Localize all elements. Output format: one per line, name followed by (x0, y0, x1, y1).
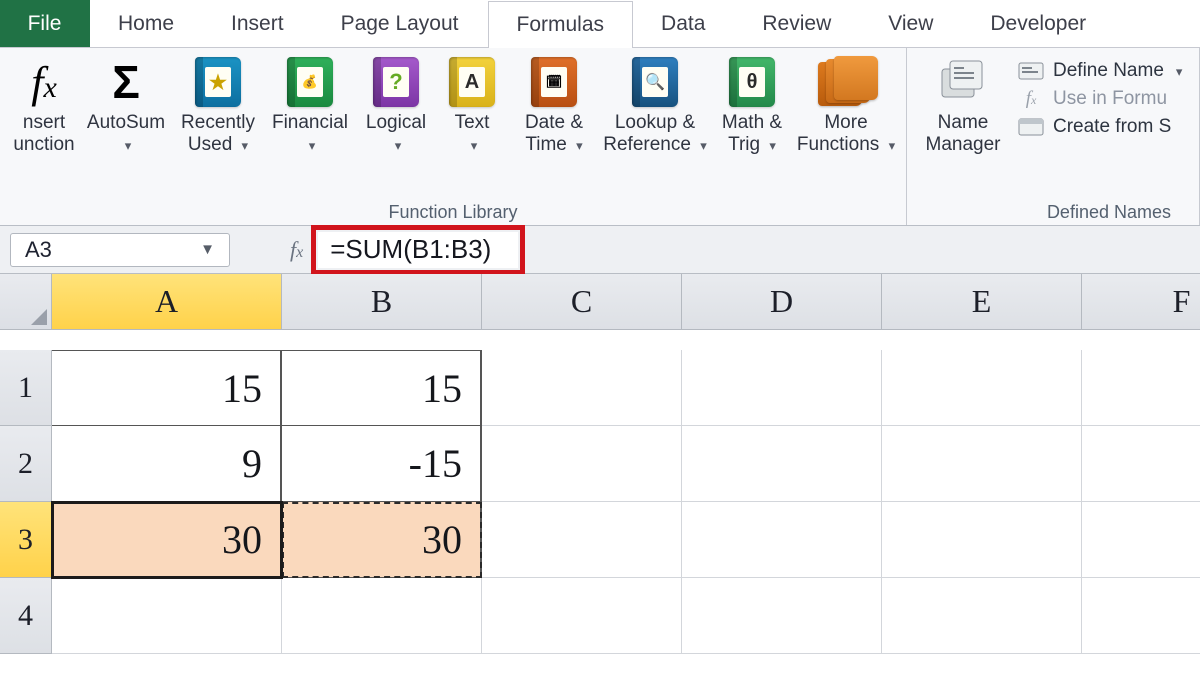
cell-E3[interactable] (882, 502, 1082, 578)
text-button[interactable]: A Text (436, 50, 508, 156)
cell-A4[interactable] (52, 578, 282, 654)
col-header-A[interactable]: A (52, 274, 282, 330)
cell-C3[interactable] (482, 502, 682, 578)
math-trig-button[interactable]: θ Math &Trig (710, 50, 794, 156)
logical-button[interactable]: ? Logical (356, 50, 436, 156)
row-header-4[interactable]: 4 (0, 578, 52, 654)
col-header-E[interactable]: E (882, 274, 1082, 330)
cell-D2[interactable] (682, 426, 882, 502)
col-header-D[interactable]: D (682, 274, 882, 330)
cell-F3[interactable] (1082, 502, 1200, 578)
cell-A2[interactable]: 9 (52, 426, 282, 502)
fx-icon[interactable]: fx (290, 237, 303, 263)
cell-D4[interactable] (682, 578, 882, 654)
cell-C1[interactable] (482, 350, 682, 426)
cell-B2[interactable]: -15 (282, 426, 482, 502)
col-header-C[interactable]: C (482, 274, 682, 330)
cell-D1[interactable] (682, 350, 882, 426)
tab-file[interactable]: File (0, 0, 90, 47)
cell-F4[interactable] (1082, 578, 1200, 654)
group-label-function-library: Function Library (8, 202, 898, 225)
tab-view[interactable]: View (860, 0, 962, 47)
name-manager-button[interactable]: NameManager (915, 50, 1011, 156)
formula-bar-row: A3 ▼ fx =SUM(B1:B3) (0, 226, 1200, 274)
math-trig-icon: θ (724, 54, 780, 110)
lookup-icon: 🔍 (627, 54, 683, 110)
create-from-selection-icon (1017, 117, 1045, 137)
select-all-corner[interactable] (0, 274, 52, 330)
cell-A3[interactable]: 30 (52, 502, 282, 578)
tab-review[interactable]: Review (734, 0, 860, 47)
name-box[interactable]: A3 ▼ (10, 233, 230, 267)
date-time-button[interactable]: 🗓 Date &Time (508, 50, 600, 156)
ribbon: fx nsertunction Σ AutoSum ★ RecentlyUsed (0, 48, 1200, 226)
cell-D3[interactable] (682, 502, 882, 578)
cell-A1[interactable]: 15 (52, 350, 282, 426)
more-functions-icon (818, 54, 874, 110)
more-functions-button[interactable]: MoreFunctions (794, 50, 898, 156)
tab-page-layout[interactable]: Page Layout (313, 0, 488, 47)
cell-F2[interactable] (1082, 426, 1200, 502)
tab-data[interactable]: Data (633, 0, 734, 47)
chevron-down-icon[interactable]: ▼ (200, 241, 215, 258)
group-function-library: fx nsertunction Σ AutoSum ★ RecentlyUsed (0, 48, 907, 225)
financial-icon: 💰 (282, 54, 338, 110)
lookup-reference-button[interactable]: 🔍 Lookup &Reference (600, 50, 710, 156)
group-label-defined-names: Defined Names (915, 202, 1191, 225)
row-header-2[interactable]: 2 (0, 426, 52, 502)
cell-E1[interactable] (882, 350, 1082, 426)
cell-B1[interactable]: 15 (282, 350, 482, 426)
cell-E4[interactable] (882, 578, 1082, 654)
col-header-B[interactable]: B (282, 274, 482, 330)
cell-B4[interactable] (282, 578, 482, 654)
define-name-button[interactable]: Define Name (1017, 60, 1182, 82)
group-defined-names: NameManager Define Name fx Use in Formu (907, 48, 1200, 225)
recently-used-button[interactable]: ★ RecentlyUsed (172, 50, 264, 156)
row-header-3[interactable]: 3 (0, 502, 52, 578)
col-header-F[interactable]: F (1082, 274, 1200, 330)
cell-E2[interactable] (882, 426, 1082, 502)
tab-formulas[interactable]: Formulas (488, 1, 634, 48)
sigma-icon: Σ (98, 54, 154, 110)
cell-C4[interactable] (482, 578, 682, 654)
create-from-selection-button[interactable]: Create from S (1017, 116, 1182, 138)
name-box-value: A3 (25, 237, 52, 263)
name-manager-icon (935, 54, 991, 110)
spreadsheet-grid[interactable]: A B C D E F 1 15 15 2 9 -15 3 30 30 4 (0, 274, 1200, 654)
row-header-1[interactable]: 1 (0, 350, 52, 426)
financial-button[interactable]: 💰 Financial (264, 50, 356, 156)
cell-F1[interactable] (1082, 350, 1200, 426)
formula-input[interactable]: =SUM(B1:B3) (318, 232, 518, 268)
formula-highlight: =SUM(B1:B3) (311, 225, 525, 275)
cell-C2[interactable] (482, 426, 682, 502)
cell-B3[interactable]: 30 (282, 502, 482, 578)
recently-used-icon: ★ (190, 54, 246, 110)
logical-icon: ? (368, 54, 424, 110)
tab-developer[interactable]: Developer (962, 0, 1115, 47)
use-in-formula-icon: fx (1017, 89, 1045, 109)
define-name-icon (1017, 61, 1045, 81)
insert-function-button[interactable]: fx nsertunction (8, 50, 80, 156)
use-in-formula-button[interactable]: fx Use in Formu (1017, 88, 1182, 110)
tab-home[interactable]: Home (90, 0, 203, 47)
fx-icon: fx (16, 54, 72, 110)
tab-insert[interactable]: Insert (203, 0, 313, 47)
tab-bar: File Home Insert Page Layout Formulas Da… (0, 0, 1200, 48)
date-time-icon: 🗓 (526, 54, 582, 110)
autosum-button[interactable]: Σ AutoSum (80, 50, 172, 156)
text-icon: A (444, 54, 500, 110)
